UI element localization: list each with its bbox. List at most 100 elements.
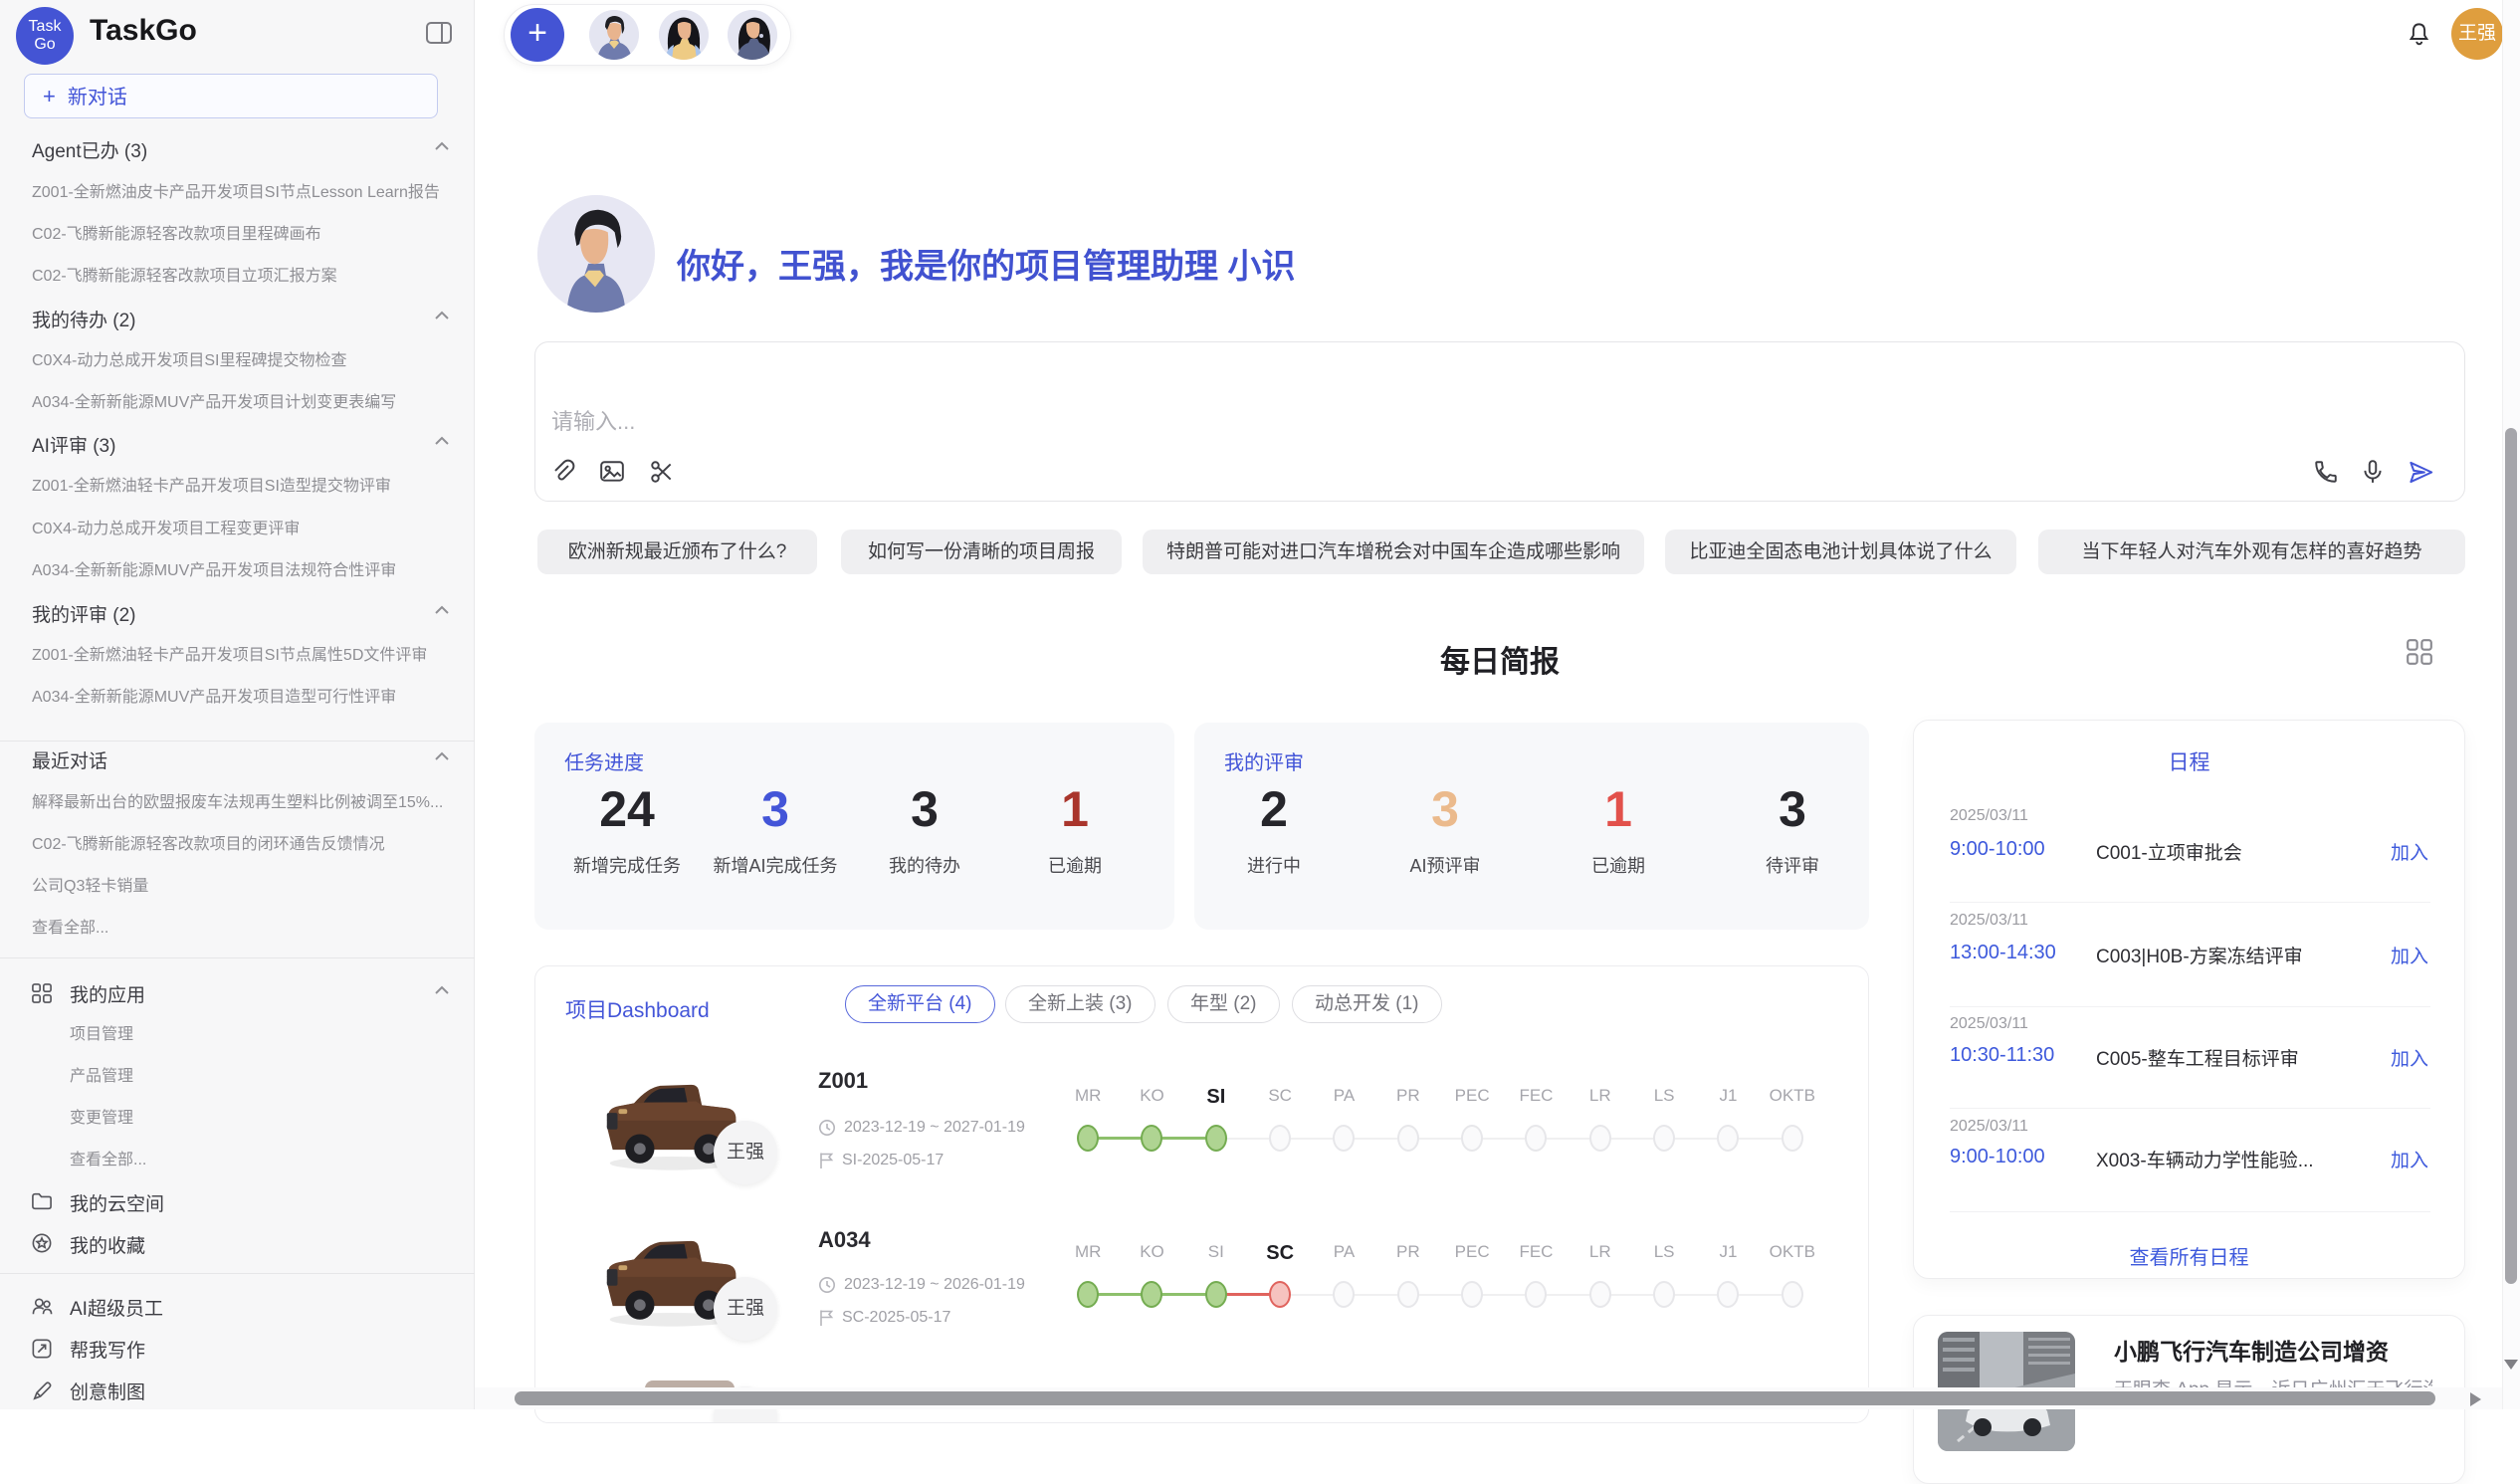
- join-link[interactable]: 加入: [2391, 838, 2428, 865]
- new-chat-label: 新对话: [68, 87, 127, 108]
- divider: [1950, 1211, 2430, 1212]
- suggestion-chip[interactable]: 如何写一份清晰的项目周报: [841, 530, 1122, 574]
- sidebar-task-item[interactable]: A034-全新新能源MUV产品开发项目计划变更表编写: [32, 388, 396, 412]
- avatar[interactable]: [728, 10, 777, 60]
- milestone-label-active: SI: [1184, 1086, 1248, 1109]
- sidebar-task-item[interactable]: C02-飞腾新能源轻客改款项目立项汇报方案: [32, 262, 337, 286]
- add-conversation-button[interactable]: +: [511, 8, 564, 62]
- milestone-label: SI: [1184, 1242, 1248, 1265]
- avatar[interactable]: [659, 10, 709, 60]
- sidebar-task-item[interactable]: C0X4-动力总成开发项目SI里程碑提交物检查: [32, 346, 346, 370]
- app-logo-line1: Task: [16, 18, 74, 36]
- chat-input[interactable]: 请输入...: [534, 341, 2465, 502]
- recent-chat-item[interactable]: C02-飞腾新能源轻客改款项目的闭环通告反馈情况: [32, 830, 385, 854]
- milestone-label: J1: [1696, 1086, 1760, 1109]
- sidebar-item-my-apps[interactable]: 我的应用: [70, 980, 145, 1007]
- sidebar-item-favorites[interactable]: 我的收藏: [70, 1231, 145, 1258]
- join-link[interactable]: 加入: [2391, 1044, 2428, 1071]
- recent-chat-item[interactable]: 解释最新出台的欧盟报废车法规再生塑料比例被调至15%...: [32, 788, 443, 812]
- milestone-dot-done: [1141, 1281, 1162, 1308]
- join-link[interactable]: 加入: [2391, 942, 2428, 968]
- sidebar-task-item[interactable]: A034-全新新能源MUV产品开发项目造型可行性评审: [32, 683, 396, 707]
- clock-icon: [818, 1276, 836, 1294]
- chevron-up-icon[interactable]: [434, 141, 450, 151]
- chevron-up-icon[interactable]: [434, 605, 450, 615]
- tab-powertrain[interactable]: 动总开发 (1): [1292, 985, 1442, 1023]
- stat-label: 已逾期: [985, 852, 1164, 878]
- send-icon[interactable]: [2408, 459, 2434, 486]
- scroll-right-arrow[interactable]: [2470, 1392, 2481, 1406]
- notifications-bell-icon[interactable]: [2406, 21, 2432, 48]
- conversation-switcher: +: [504, 4, 791, 66]
- scissors-icon[interactable]: [649, 459, 675, 485]
- view-all-schedule-link[interactable]: 查看所有日程: [1914, 1241, 2464, 1270]
- schedule-date: 2025/03/11: [1950, 1015, 2028, 1033]
- chevron-up-icon[interactable]: [434, 985, 450, 995]
- milestone-label: J1: [1696, 1242, 1760, 1265]
- folder-icon: [32, 1192, 52, 1210]
- stat-label: AI预评审: [1356, 852, 1535, 878]
- vertical-scrollbar-thumb[interactable]: [2505, 428, 2517, 1284]
- sidebar-item-help-write[interactable]: 帮我写作: [70, 1336, 145, 1363]
- sidebar-item-ai-super-staff[interactable]: AI超级员工: [70, 1294, 163, 1321]
- tab-new-body[interactable]: 全新上装 (3): [1005, 985, 1155, 1023]
- suggestion-chip[interactable]: 欧洲新规最近颁布了什么?: [537, 530, 817, 574]
- suggestion-chip[interactable]: 当下年轻人对汽车外观有怎样的喜好趋势: [2038, 530, 2465, 574]
- chevron-up-icon[interactable]: [434, 751, 450, 761]
- task-progress-card: 任务进度 24 新增完成任务 3 新增AI完成任务 3 我的待办 1 已逾期: [534, 723, 1174, 930]
- flag-icon: [818, 1152, 834, 1169]
- stat-label: 已逾期: [1529, 852, 1708, 878]
- sidebar-collapse-icon[interactable]: [426, 22, 452, 44]
- stat-label: 待评审: [1703, 852, 1882, 878]
- milestone-label: MR: [1056, 1086, 1120, 1109]
- milestone-dot-done: [1205, 1281, 1227, 1308]
- sidebar-task-item[interactable]: C0X4-动力总成开发项目工程变更评审: [32, 515, 300, 538]
- sidebar-task-item[interactable]: A034-全新新能源MUV产品开发项目法规符合性评审: [32, 556, 396, 580]
- sidebar-item-creative-draw[interactable]: 创意制图: [70, 1378, 145, 1404]
- milestone-dot: [1589, 1125, 1611, 1152]
- chevron-up-icon[interactable]: [434, 436, 450, 446]
- sidebar-item-cloud-space[interactable]: 我的云空间: [70, 1189, 164, 1216]
- horizontal-scrollbar-thumb[interactable]: [515, 1391, 2435, 1405]
- milestone-dot: [1782, 1125, 1803, 1152]
- tab-new-platform[interactable]: 全新平台 (4): [845, 985, 995, 1023]
- divider: [1950, 1006, 2430, 1007]
- apps-grid-icon: [32, 983, 52, 1003]
- tab-year-model[interactable]: 年型 (2): [1167, 985, 1280, 1023]
- view-all-apps-link[interactable]: 查看全部...: [70, 1146, 146, 1169]
- app-link-project-mgmt[interactable]: 项目管理: [70, 1020, 133, 1044]
- card-title: 任务进度: [564, 746, 644, 775]
- new-chat-button[interactable]: +新对话: [24, 74, 438, 118]
- avatar[interactable]: [589, 10, 639, 60]
- join-link[interactable]: 加入: [2391, 1146, 2428, 1172]
- view-all-chats-link[interactable]: 查看全部...: [32, 914, 108, 938]
- attachment-paperclip-icon[interactable]: [549, 459, 575, 485]
- scroll-down-arrow[interactable]: [2504, 1360, 2518, 1370]
- sidebar-task-item[interactable]: Z001-全新燃油轻卡产品开发项目SI造型提交物评审: [32, 472, 391, 496]
- milestone-label: OKTB: [1761, 1242, 1824, 1265]
- sidebar-task-item[interactable]: Z001-全新燃油皮卡产品开发项目SI节点Lesson Learn报告: [32, 178, 440, 202]
- pen-drawing-icon: [32, 1380, 52, 1400]
- project-flag-milestone: SI-2025-05-17: [818, 1152, 944, 1169]
- recent-chat-item[interactable]: 公司Q3轻卡销量: [32, 872, 148, 896]
- app-logo-line2: Go: [16, 36, 74, 54]
- sidebar-task-item[interactable]: Z001-全新燃油轻卡产品开发项目SI节点属性5D文件评审: [32, 641, 427, 665]
- schedule-date: 2025/03/11: [1950, 807, 2028, 825]
- image-upload-icon[interactable]: [599, 459, 625, 485]
- suggestion-chip[interactable]: 比亚迪全固态电池计划具体说了什么: [1665, 530, 2016, 574]
- milestone-label-active: SC: [1248, 1242, 1312, 1265]
- app-title: TaskGo: [90, 14, 197, 48]
- app-link-product-mgmt[interactable]: 产品管理: [70, 1062, 133, 1086]
- chevron-up-icon[interactable]: [434, 311, 450, 320]
- milestone-labels-row: MR KO SI SC PA PR PEC FEC LR LS J1 OKTB: [1056, 1242, 1824, 1265]
- microphone-icon[interactable]: [2360, 459, 2386, 485]
- layout-grid-icon[interactable]: [2407, 639, 2432, 665]
- user-avatar[interactable]: 王强: [2451, 8, 2503, 60]
- divider: [1950, 902, 2430, 903]
- sidebar-task-item[interactable]: C02-飞腾新能源轻客改款项目里程碑画布: [32, 220, 321, 244]
- milestone-dot-done: [1077, 1125, 1099, 1152]
- suggestion-chip[interactable]: 特朗普可能对进口汽车增税会对中国车企造成哪些影响: [1143, 530, 1644, 574]
- app-link-change-mgmt[interactable]: 变更管理: [70, 1104, 133, 1128]
- phone-call-icon[interactable]: [2313, 459, 2339, 485]
- schedule-date: 2025/03/11: [1950, 912, 2028, 930]
